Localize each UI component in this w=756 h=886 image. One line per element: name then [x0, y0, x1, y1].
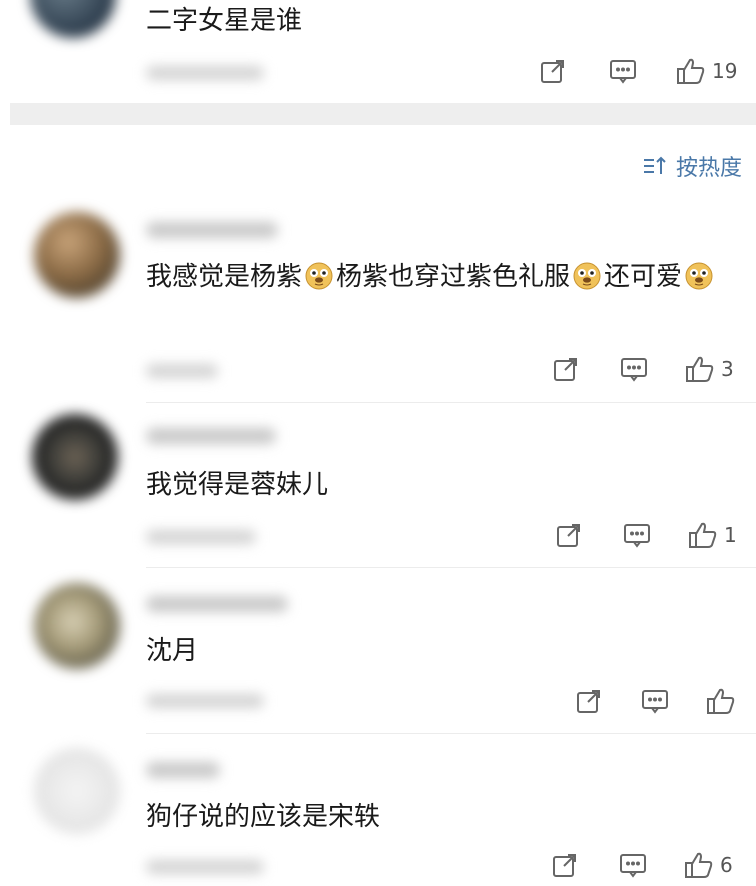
comment-icon[interactable]	[640, 686, 670, 716]
comment-text: 二字女星是谁	[146, 6, 303, 36]
comment-actions: 6	[550, 850, 733, 880]
sort-label: 按热度	[675, 156, 742, 181]
divider	[146, 733, 756, 734]
comment-actions: 1	[554, 520, 737, 550]
comment-icon[interactable]	[622, 520, 652, 550]
comment-text-segment: 杨紫也穿过紫色礼服	[336, 262, 571, 292]
comment-icon[interactable]	[608, 56, 638, 86]
section-divider	[10, 103, 756, 125]
username[interactable]	[146, 762, 220, 778]
like-count: 3	[721, 357, 734, 381]
comment-actions	[574, 686, 752, 716]
comment-icon[interactable]	[618, 850, 648, 880]
avatar[interactable]	[34, 748, 120, 834]
thumbs-up-icon[interactable]	[685, 354, 715, 384]
divider	[146, 402, 756, 403]
like-count: 19	[712, 59, 738, 83]
comment-meta	[146, 694, 264, 708]
sort-icon	[643, 156, 666, 174]
comment-icon[interactable]	[619, 354, 649, 384]
avatar[interactable]	[34, 212, 120, 298]
comment-text-segment: 还可爱	[604, 262, 683, 292]
share-icon[interactable]	[550, 850, 580, 880]
share-icon[interactable]	[538, 56, 568, 86]
avatar[interactable]	[34, 583, 120, 669]
doge-emoji	[685, 262, 713, 290]
share-icon[interactable]	[554, 520, 584, 550]
sort-toggle[interactable]: 按热度	[642, 150, 742, 182]
comment-text: 我感觉是杨紫 杨紫也穿过紫色礼服 还可爱	[146, 258, 726, 296]
username[interactable]	[146, 428, 276, 444]
thumbs-up-icon[interactable]	[676, 56, 706, 86]
doge-emoji	[305, 262, 333, 290]
username[interactable]	[146, 596, 288, 612]
comment-actions: 3	[551, 354, 734, 384]
comment-meta	[146, 860, 264, 874]
avatar[interactable]	[32, 414, 118, 500]
divider	[146, 567, 756, 568]
username[interactable]	[146, 222, 278, 238]
like-count: 6	[720, 853, 733, 877]
thumbs-up-icon[interactable]	[688, 520, 718, 550]
comment-meta	[146, 364, 218, 378]
like-count: 1	[724, 523, 737, 547]
avatar[interactable]	[30, 0, 116, 38]
comment-text-segment: 我感觉是杨紫	[146, 262, 303, 292]
share-icon[interactable]	[574, 686, 604, 716]
share-icon[interactable]	[551, 354, 581, 384]
comment-text: 狗仔说的应该是宋轶	[146, 802, 381, 832]
doge-emoji	[573, 262, 601, 290]
comment-meta	[146, 66, 264, 80]
thumbs-up-icon[interactable]	[684, 850, 714, 880]
comment-actions: 19	[538, 56, 737, 86]
comment-text: 我觉得是蓉妹儿	[146, 470, 329, 500]
comment-meta	[146, 530, 256, 544]
thumbs-up-icon[interactable]	[706, 686, 736, 716]
comment-text: 沈月	[146, 636, 199, 666]
